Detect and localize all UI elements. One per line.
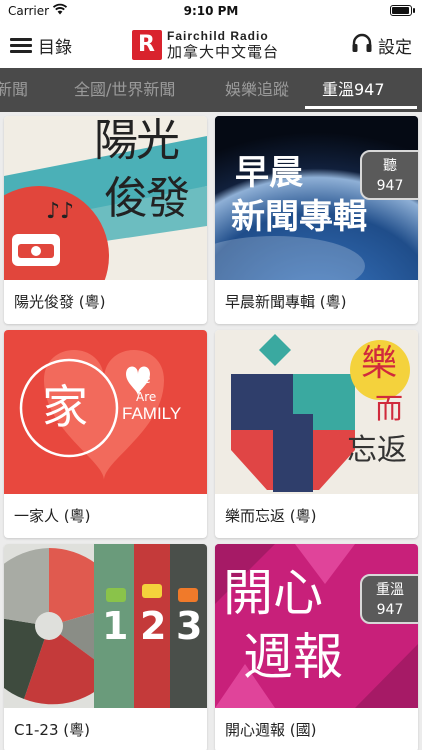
badge-line: 聽: [383, 158, 397, 174]
artwork-text: 開心: [223, 564, 323, 622]
artwork-text: 週報: [243, 628, 343, 686]
active-tab-indicator: [305, 106, 417, 109]
svg-text:♪♪: ♪♪: [46, 199, 74, 224]
settings-label: 設定: [378, 37, 412, 58]
artwork-text: 3: [176, 604, 203, 648]
artwork-text: 2: [140, 604, 167, 648]
badge-line: 947: [376, 602, 404, 618]
logo-mark: R: [132, 30, 162, 60]
artwork-text: 早晨: [235, 153, 303, 193]
program-title: 一家人 (粵): [14, 507, 91, 525]
artwork-text: 陽光: [94, 116, 180, 166]
program-title: 樂而忘返 (粵): [225, 507, 317, 525]
program-card[interactable]: 早晨 新聞專輯 聽 947 早晨新聞專輯 (粵): [215, 116, 418, 324]
listen-947-badge[interactable]: 聽 947: [360, 150, 418, 200]
artwork-text: 1: [102, 604, 129, 648]
artwork-text: Are: [136, 390, 157, 404]
artwork-text: FAMILY: [122, 404, 182, 423]
hamburger-icon: [10, 37, 32, 53]
artwork-text: 樂: [361, 343, 398, 384]
program-card[interactable]: 樂 而 忘返 樂而忘返 (粵): [215, 330, 418, 538]
artwork-text: 忘返: [347, 433, 407, 468]
badge-line: 重溫: [376, 582, 404, 598]
program-artwork: 開心 週報: [215, 544, 418, 708]
app-header: 目錄 R Fairchild Radio 加拿大中文電台 設定: [0, 22, 422, 68]
program-artwork: 樂 而 忘返: [215, 330, 418, 494]
program-grid: ♪♪ 陽光 俊發 陽光俊發 (粵) 早晨 新聞專輯 聽 947 早晨新聞專輯 (…: [0, 112, 422, 750]
category-tabs: 新聞 全國/世界新聞 娛樂追蹤 重溫947: [0, 68, 422, 112]
program-card[interactable]: ♪♪ 陽光 俊發 陽光俊發 (粵): [4, 116, 207, 324]
clock: 9:10 PM: [183, 4, 239, 18]
program-artwork: ♪♪ 陽光 俊發: [4, 116, 207, 280]
artwork-text: 而: [375, 392, 404, 425]
battery-icon: [390, 5, 415, 16]
artwork-text: 新聞專輯: [231, 197, 367, 237]
artwork-text: 俊發: [104, 173, 190, 224]
menu-button[interactable]: 目錄: [10, 32, 72, 58]
tab-entertainment[interactable]: 娛樂追蹤: [225, 68, 289, 112]
program-artwork: 家 We Are FAMILY: [4, 330, 207, 494]
tab-news[interactable]: 新聞: [0, 68, 28, 112]
program-title: 開心週報 (國): [225, 721, 317, 739]
badge-line: 947: [376, 178, 404, 194]
artwork-text: We: [132, 372, 151, 386]
status-bar: Carrier 9:10 PM: [0, 0, 422, 22]
artwork-text: 家: [42, 380, 88, 434]
headphones-icon: [351, 33, 373, 58]
fairchild-logo: R Fairchild Radio 加拿大中文電台: [132, 26, 279, 64]
replay-947-badge[interactable]: 重溫 947: [360, 574, 418, 624]
program-card[interactable]: 開心 週報 重溫 947 開心週報 (國): [215, 544, 418, 750]
program-card[interactable]: 家 We Are FAMILY 一家人 (粵): [4, 330, 207, 538]
program-artwork: 1 2 3: [4, 544, 207, 708]
settings-button[interactable]: 設定: [351, 32, 412, 58]
menu-label: 目錄: [38, 37, 72, 58]
program-title: 陽光俊發 (粵): [14, 293, 106, 311]
logo-english: Fairchild Radio: [167, 29, 269, 43]
tab-national-world-news[interactable]: 全國/世界新聞: [74, 68, 175, 112]
logo-chinese: 加拿大中文電台: [167, 43, 280, 61]
program-card[interactable]: 1 2 3 C1-23 (粵): [4, 544, 207, 750]
program-title: C1-23 (粵): [14, 721, 90, 739]
program-title: 早晨新聞專輯 (粵): [225, 293, 347, 311]
